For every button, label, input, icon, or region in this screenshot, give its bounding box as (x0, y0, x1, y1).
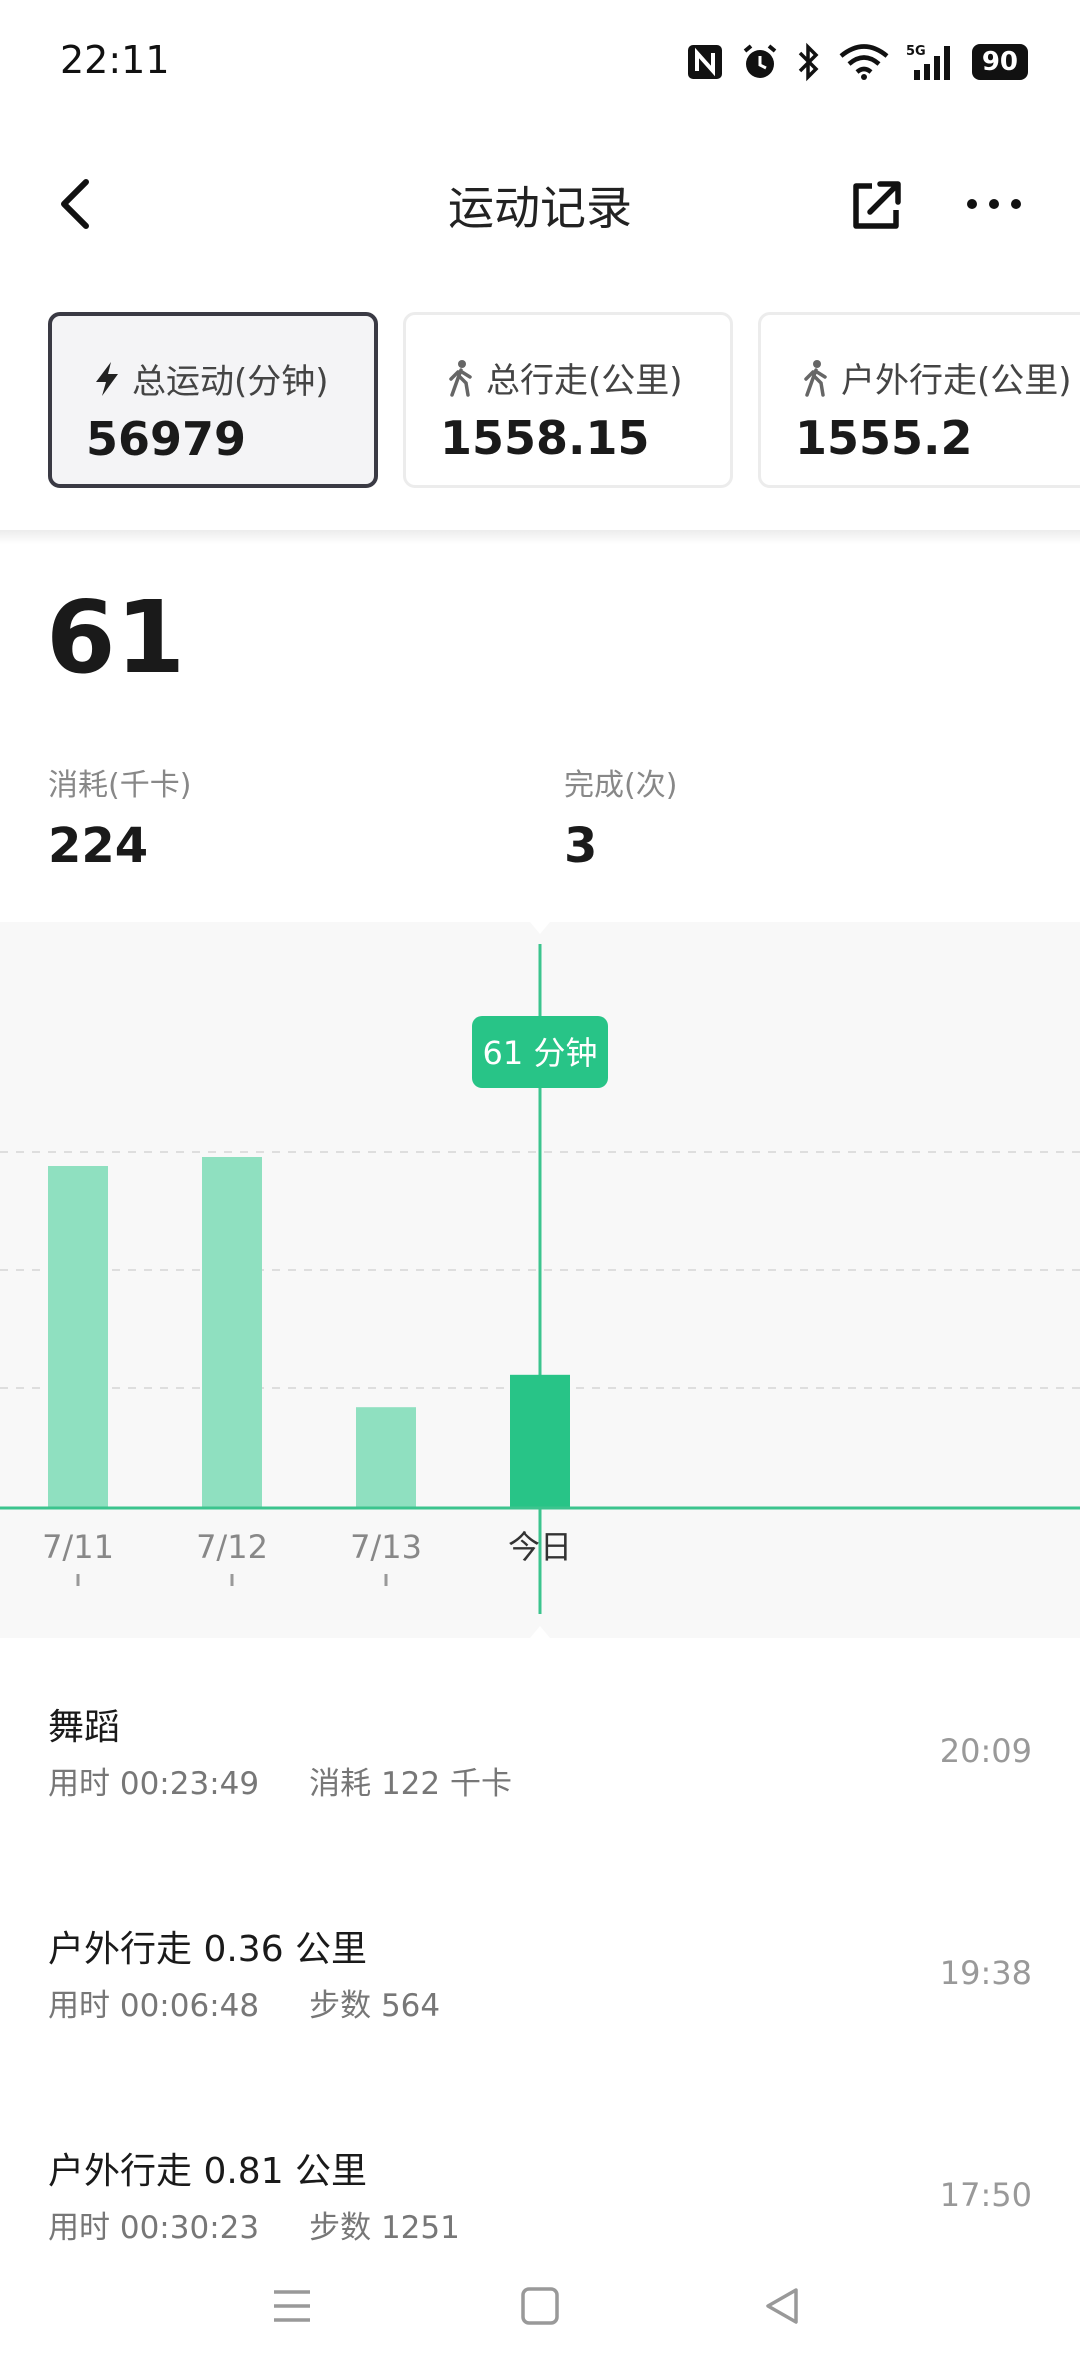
activity-extra: 步数 564 (309, 1988, 441, 2024)
duration-value: 61 (46, 579, 186, 696)
list-item[interactable]: 户外行走 0.81 公里 用时 00:30:23 步数 1251 17:50 (0, 2104, 1080, 2264)
home-nav-icon[interactable] (518, 2284, 562, 2328)
x-tick-label: 7/12 (196, 1528, 268, 1566)
back-nav-icon[interactable] (760, 2284, 804, 2328)
share-icon[interactable] (846, 172, 906, 236)
page-title: 运动记录 (448, 181, 632, 235)
bar (202, 1157, 262, 1508)
more-icon[interactable] (964, 176, 1024, 232)
x-tick-label: 今日 (508, 1528, 572, 1566)
calories-label: 消耗(千卡) (48, 768, 192, 803)
completed-label: 完成(次) (564, 768, 678, 803)
bar (48, 1166, 108, 1508)
x-tick-label: 7/13 (350, 1528, 422, 1566)
activity-duration: 用时 00:06:48 (48, 1988, 260, 2024)
card-label: 总运动(分钟) (132, 362, 329, 402)
signal-5g-icon: 5G (906, 44, 950, 80)
card-value: 1558.15 (440, 411, 650, 465)
activity-time: 19:38 (939, 1954, 1032, 1992)
card-total-exercise[interactable]: 总运动(分钟) 56979 (48, 312, 378, 488)
cards-divider (0, 530, 1080, 544)
activity-duration: 用时 00:30:23 (48, 2210, 260, 2246)
wifi-icon (839, 44, 889, 80)
activity-details: 用时 00:23:49 消耗 122 千卡 (48, 1758, 512, 1803)
tooltip-label: 61 分钟 (483, 1034, 598, 1072)
bar (356, 1407, 416, 1508)
activity-title: 户外行走 0.81 公里 (48, 2151, 368, 2192)
bluetooth-icon (798, 42, 819, 82)
x-tick-label: 7/11 (42, 1528, 114, 1566)
calories-value: 224 (48, 818, 149, 874)
nfc-icon (687, 45, 722, 79)
alarm-icon (743, 44, 777, 78)
activity-extra: 消耗 122 千卡 (309, 1766, 512, 1802)
list-item[interactable]: 舞蹈 用时 00:23:49 消耗 122 千卡 20:09 (0, 1660, 1080, 1820)
walk-icon (804, 359, 827, 397)
svg-text:5G: 5G (906, 44, 926, 59)
card-outdoor-walk[interactable]: 户外行走(公里) 1555.2 (758, 312, 1080, 488)
completed-value: 3 (564, 818, 598, 874)
activity-time: 20:09 (939, 1732, 1032, 1770)
status-time: 22:11 (60, 38, 170, 82)
card-total-walk[interactable]: 总行走(公里) 1558.15 (403, 312, 733, 488)
card-label: 总行走(公里) (486, 361, 683, 401)
card-value: 1555.2 (795, 411, 973, 465)
bar (510, 1374, 570, 1508)
walk-icon (449, 359, 472, 397)
card-value: 56979 (86, 412, 247, 466)
activity-details: 用时 00:30:23 步数 1251 (48, 2202, 460, 2247)
exercise-bar-chart[interactable]: 7/11 7/12 7/13 今日 61 分钟 (0, 922, 1080, 1638)
battery-indicator: 90 (971, 44, 1028, 80)
activity-extra: 步数 1251 (309, 2210, 460, 2246)
status-icons: 5G 90 (686, 40, 1028, 84)
lightning-icon (96, 361, 118, 396)
activity-title: 舞蹈 (48, 1707, 121, 1748)
list-item[interactable]: 户外行走 0.36 公里 用时 00:06:48 步数 564 19:38 (0, 1882, 1080, 2042)
activity-details: 用时 00:06:48 步数 564 (48, 1980, 440, 2025)
card-label: 户外行走(公里) (841, 361, 1072, 401)
menu-nav-icon[interactable] (270, 2284, 314, 2328)
activity-title: 户外行走 0.36 公里 (48, 1929, 368, 1970)
activity-time: 17:50 (939, 2176, 1032, 2214)
activity-duration: 用时 00:23:49 (48, 1766, 260, 1802)
